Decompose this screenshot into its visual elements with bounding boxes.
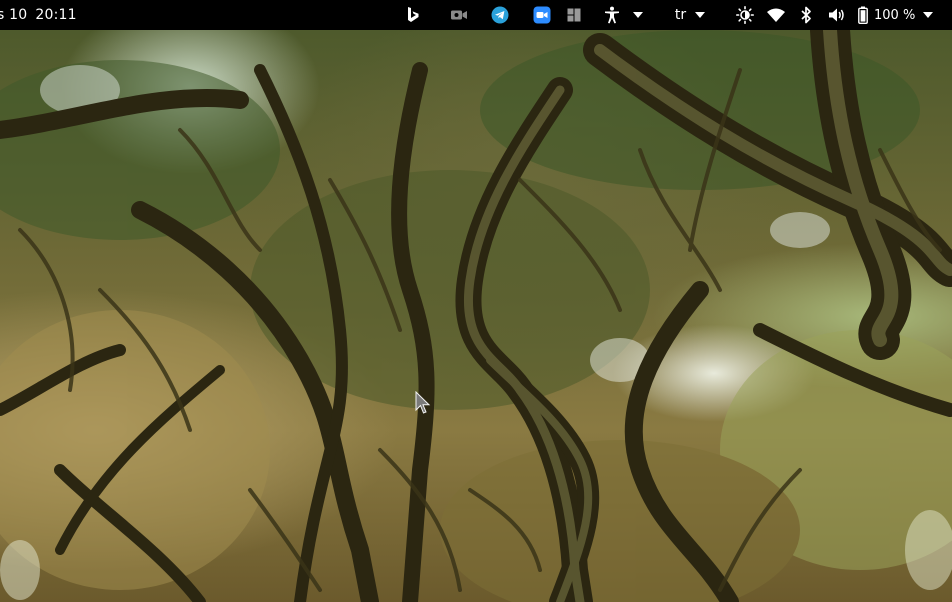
- camera-icon: [451, 10, 467, 20]
- bing-tray-button[interactable]: [402, 0, 424, 30]
- time-label: 20:11: [35, 7, 77, 23]
- date-label: s 10: [0, 7, 28, 23]
- mouse-pointer-icon: [415, 391, 431, 414]
- workspace-icon: [567, 8, 581, 22]
- screen: s 10 20:11 tr 100 %: [0, 0, 952, 602]
- accessibility-icon: [605, 6, 619, 24]
- brightness-icon: [736, 6, 754, 24]
- volume-indicator[interactable]: [826, 0, 848, 30]
- top-bar: s 10 20:11 tr 100 %: [0, 0, 952, 30]
- chevron-down-icon: [695, 12, 706, 18]
- chevron-down-icon: [923, 12, 934, 18]
- accessibility-menu-toggle[interactable]: [630, 0, 646, 30]
- telegram-icon: [491, 6, 509, 24]
- workspace-tray-button[interactable]: [564, 0, 584, 30]
- bing-icon: [408, 7, 419, 22]
- language-label: tr: [674, 7, 687, 23]
- system-menu-button[interactable]: 100 %: [858, 0, 938, 30]
- language-selector[interactable]: tr: [669, 0, 711, 30]
- zoom-tray-button[interactable]: [531, 0, 553, 30]
- brightness-indicator[interactable]: [735, 0, 755, 30]
- zoom-icon: [533, 6, 551, 24]
- wifi-indicator[interactable]: [765, 0, 787, 30]
- desktop-wallpaper[interactable]: [0, 30, 952, 602]
- wallpaper-image: [0, 30, 952, 602]
- battery-percent-label: 100 %: [874, 7, 916, 23]
- clock[interactable]: s 10 20:11: [0, 0, 77, 30]
- chevron-down-icon: [633, 12, 643, 18]
- wifi-icon: [767, 8, 785, 22]
- bluetooth-icon: [801, 6, 811, 24]
- bluetooth-indicator[interactable]: [797, 0, 815, 30]
- battery-icon: [858, 6, 868, 24]
- volume-icon: [829, 8, 844, 22]
- telegram-tray-button[interactable]: [489, 0, 511, 30]
- accessibility-tray-button[interactable]: [601, 0, 623, 30]
- camera-tray-button[interactable]: [448, 0, 470, 30]
